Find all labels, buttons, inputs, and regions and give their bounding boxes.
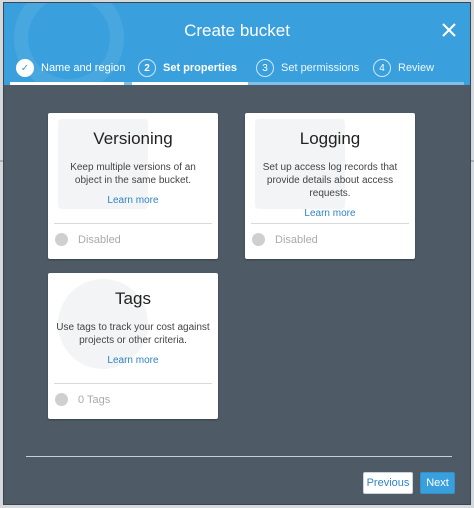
status-toggle-icon[interactable]	[252, 233, 265, 246]
status-label: Disabled	[275, 233, 318, 246]
card-divider	[54, 383, 212, 384]
card-title: Versioning	[93, 129, 173, 148]
status-label: Disabled	[78, 233, 121, 246]
card-description: Keep multiple versions of an object in t…	[70, 162, 196, 186]
create-bucket-modal: Create bucket ✓ Name and region 2 Set pr…	[3, 2, 471, 505]
card-divider	[251, 223, 409, 224]
step-label: Name and region	[41, 62, 126, 74]
card-title: Logging	[299, 129, 361, 148]
modal-body: Versioning Keep multiple versions of an …	[4, 85, 470, 504]
check-icon: ✓	[16, 59, 34, 77]
card-description: Use tags to track your cost against proj…	[56, 322, 210, 346]
step-label: Set permissions	[281, 62, 360, 74]
status-toggle-icon[interactable]	[55, 393, 68, 406]
card-divider	[54, 223, 212, 224]
versioning-card[interactable]: Versioning Keep multiple versions of an …	[48, 113, 218, 259]
status-label: 0 Tags	[78, 393, 111, 406]
footer-divider	[26, 456, 452, 457]
tags-card[interactable]: Tags Use tags to track your cost against…	[48, 273, 218, 419]
step-label: Review	[398, 62, 435, 74]
modal-header: Create bucket ✓ Name and region 2 Set pr…	[4, 3, 470, 93]
card-title: Tags	[115, 289, 151, 308]
logging-card[interactable]: Logging Set up access log records that p…	[245, 113, 415, 259]
versioning-learn-more-link[interactable]: Learn more	[48, 195, 218, 206]
wizard-steps: ✓ Name and region 2 Set properties 3 Set…	[4, 53, 470, 85]
step-label: Set properties	[163, 62, 237, 74]
next-button[interactable]: Next	[420, 472, 455, 494]
tags-status: 0 Tags	[55, 393, 110, 406]
tags-learn-more-link[interactable]: Learn more	[48, 355, 218, 366]
modal-title: Create bucket	[184, 21, 290, 40]
logging-learn-more-link[interactable]: Learn more	[245, 208, 415, 219]
card-description: Set up access log records that provide d…	[262, 162, 398, 199]
versioning-status: Disabled	[55, 233, 121, 246]
status-toggle-icon[interactable]	[55, 233, 68, 246]
step-number: 3	[256, 59, 274, 77]
previous-button[interactable]: Previous	[363, 472, 413, 494]
step-name-and-region[interactable]: ✓ Name and region	[16, 57, 125, 79]
step-number: 4	[373, 59, 391, 77]
logging-status: Disabled	[252, 233, 318, 246]
step-review[interactable]: 4 Review	[373, 57, 434, 79]
step-set-permissions[interactable]: 3 Set permissions	[256, 57, 359, 79]
close-icon[interactable]	[440, 21, 458, 39]
step-set-properties[interactable]: 2 Set properties	[138, 57, 237, 79]
step-number: 2	[138, 59, 156, 77]
